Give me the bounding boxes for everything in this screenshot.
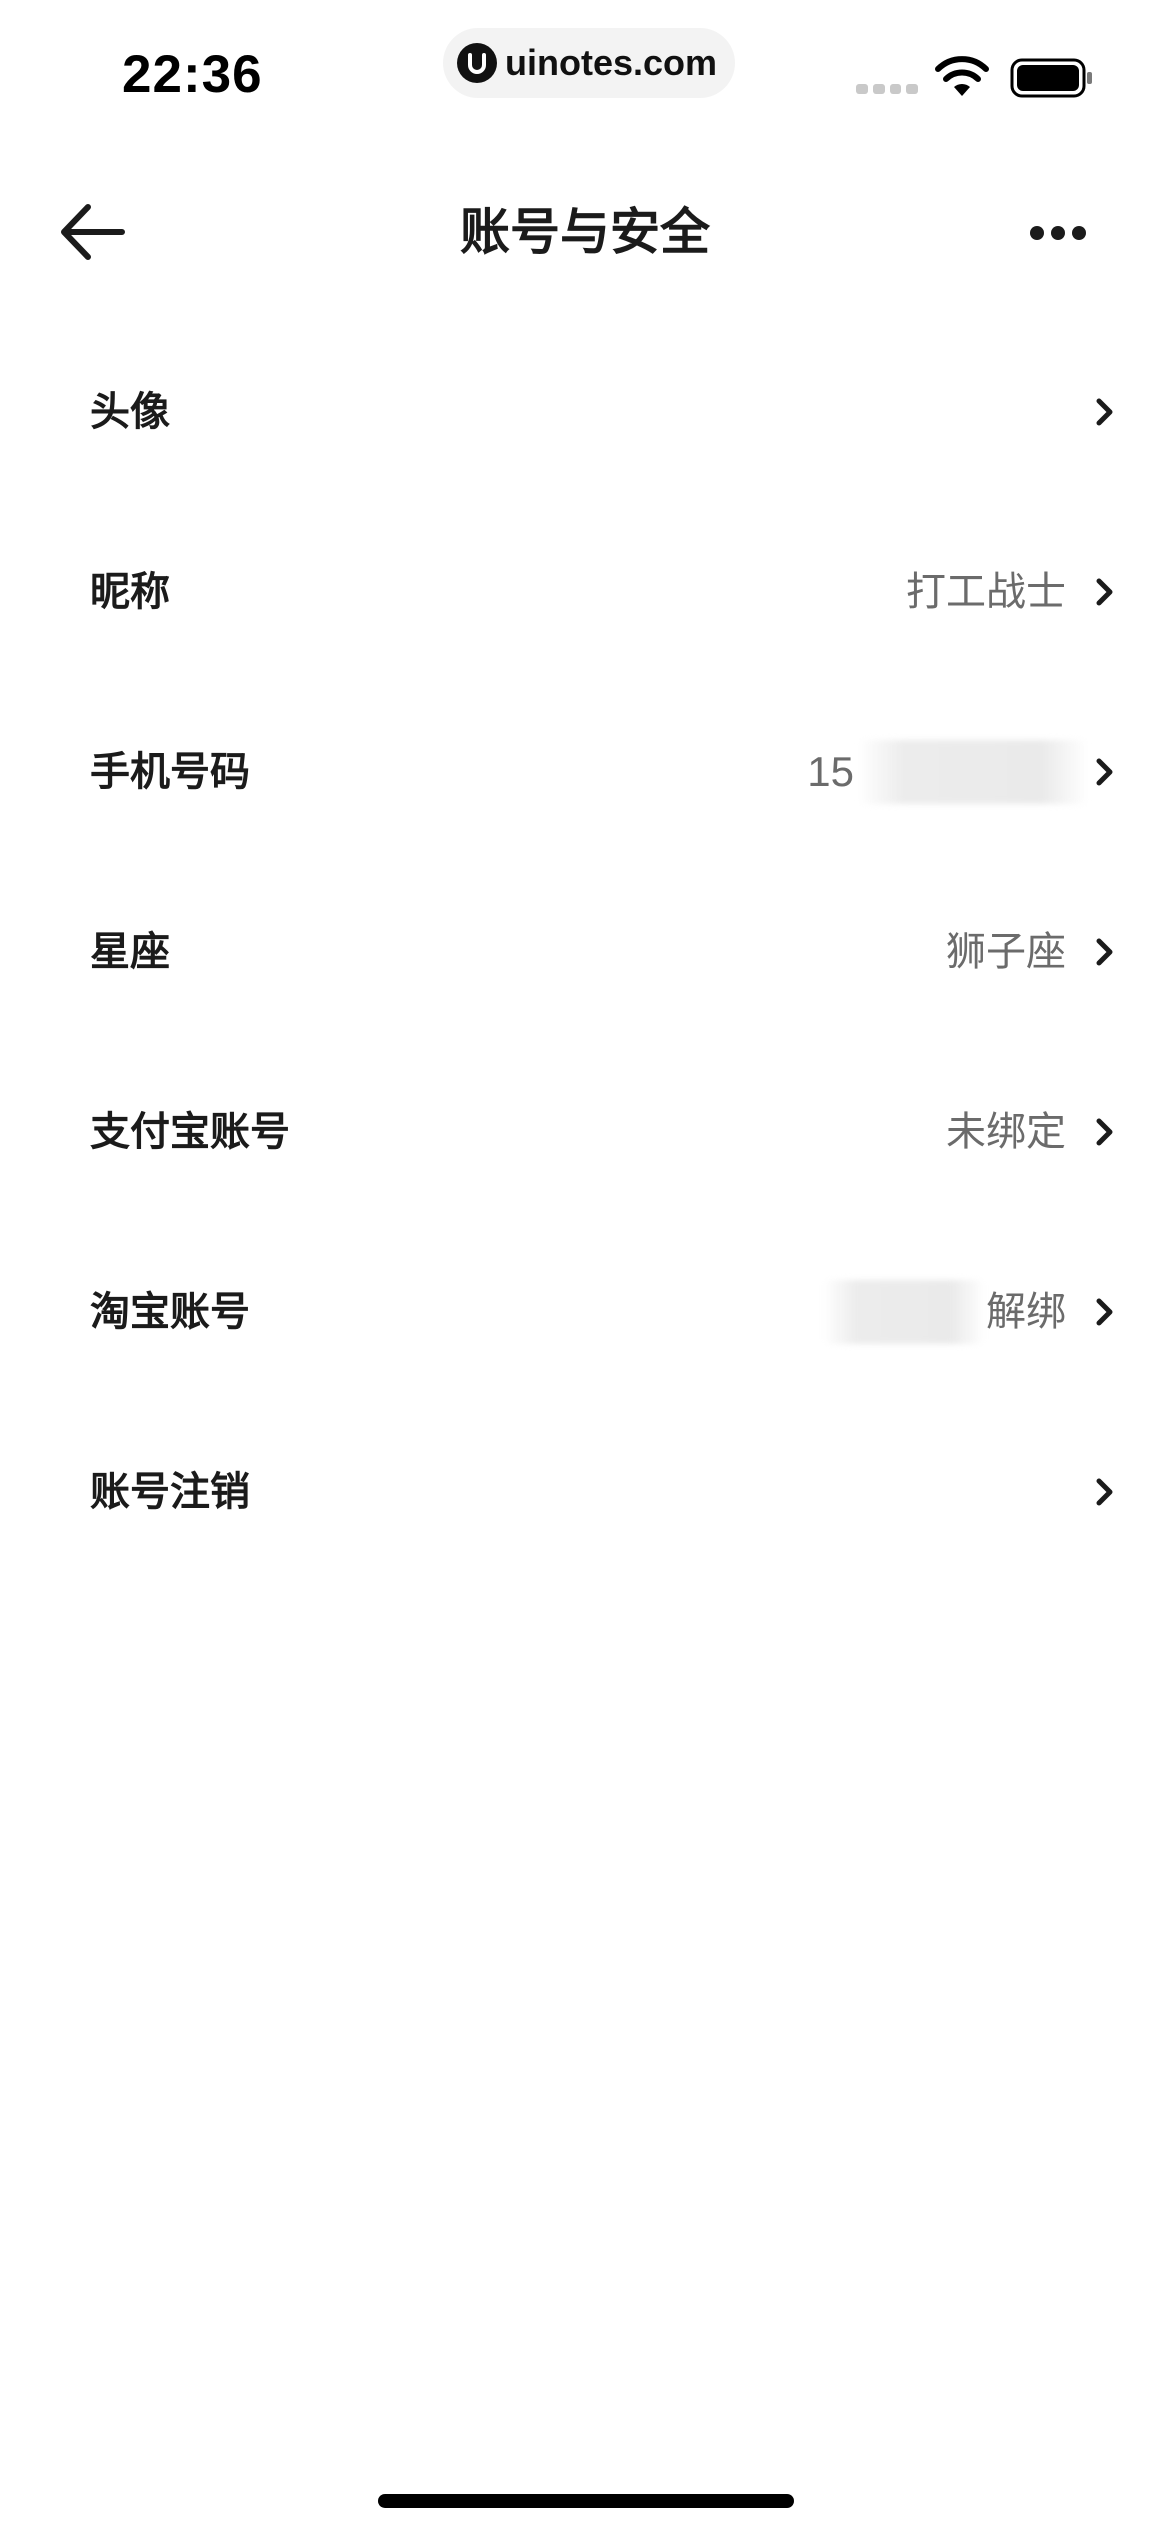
row-avatar[interactable]: 头像 [0, 322, 1170, 502]
watermark-logo-icon [457, 43, 497, 83]
redacted-blur [858, 740, 1088, 804]
row-right [1066, 380, 1116, 444]
home-indicator[interactable] [378, 2494, 794, 2508]
row-nickname[interactable]: 昵称 打工战士 [0, 502, 1170, 682]
row-phone[interactable]: 手机号码 15 [0, 682, 1170, 862]
row-right: 未绑定 [946, 1100, 1116, 1164]
chevron-right-icon [1096, 938, 1113, 966]
row-label: 昵称 [90, 569, 170, 615]
row-value: 打工战士 [906, 569, 1066, 615]
signal-icon [856, 84, 918, 96]
more-dots-icon[interactable] [1028, 213, 1088, 253]
chevron-right-icon [1096, 758, 1113, 786]
row-taobao[interactable]: 淘宝账号 解绑 [0, 1222, 1170, 1402]
row-label: 淘宝账号 [90, 1289, 250, 1335]
chevron-right-icon [1096, 578, 1113, 606]
row-value: 未绑定 [946, 1109, 1066, 1155]
unbind-link[interactable]: 解绑 [986, 1280, 1066, 1344]
battery-icon [1010, 58, 1092, 98]
status-bar: 22:36 uinotes.com [0, 0, 1170, 150]
watermark-badge: uinotes.com [443, 28, 735, 98]
row-alipay[interactable]: 支付宝账号 未绑定 [0, 1042, 1170, 1222]
settings-list: 头像 昵称 打工战士 手机号码 15 星座 狮子座 支付宝账号 未绑定 淘宝账号… [0, 322, 1170, 1582]
row-right [1066, 1460, 1116, 1524]
row-label: 手机号码 [90, 749, 250, 795]
row-value: 狮子座 [946, 929, 1066, 975]
row-label: 支付宝账号 [90, 1109, 290, 1155]
row-label: 头像 [90, 389, 170, 435]
chevron-right-icon [1096, 1298, 1113, 1326]
row-account-cancel[interactable]: 账号注销 [0, 1402, 1170, 1582]
watermark-text: uinotes.com [505, 42, 718, 83]
chevron-right-icon [1096, 398, 1113, 426]
row-right: 解绑 [824, 1280, 1116, 1344]
nav-bar: 账号与安全 [0, 175, 1170, 290]
status-time: 22:36 [122, 45, 263, 104]
chevron-right-icon [1096, 1478, 1113, 1506]
page-title: 账号与安全 [460, 203, 710, 261]
row-label: 星座 [90, 929, 170, 975]
row-right: 15 [807, 740, 1116, 804]
wifi-icon [935, 56, 989, 96]
row-value: 15 [807, 748, 854, 795]
chevron-right-icon [1096, 1118, 1113, 1146]
row-right: 打工战士 [906, 560, 1116, 624]
row-zodiac[interactable]: 星座 狮子座 [0, 862, 1170, 1042]
redacted-blur [824, 1280, 984, 1344]
row-right: 狮子座 [946, 920, 1116, 984]
row-label: 账号注销 [90, 1469, 250, 1515]
